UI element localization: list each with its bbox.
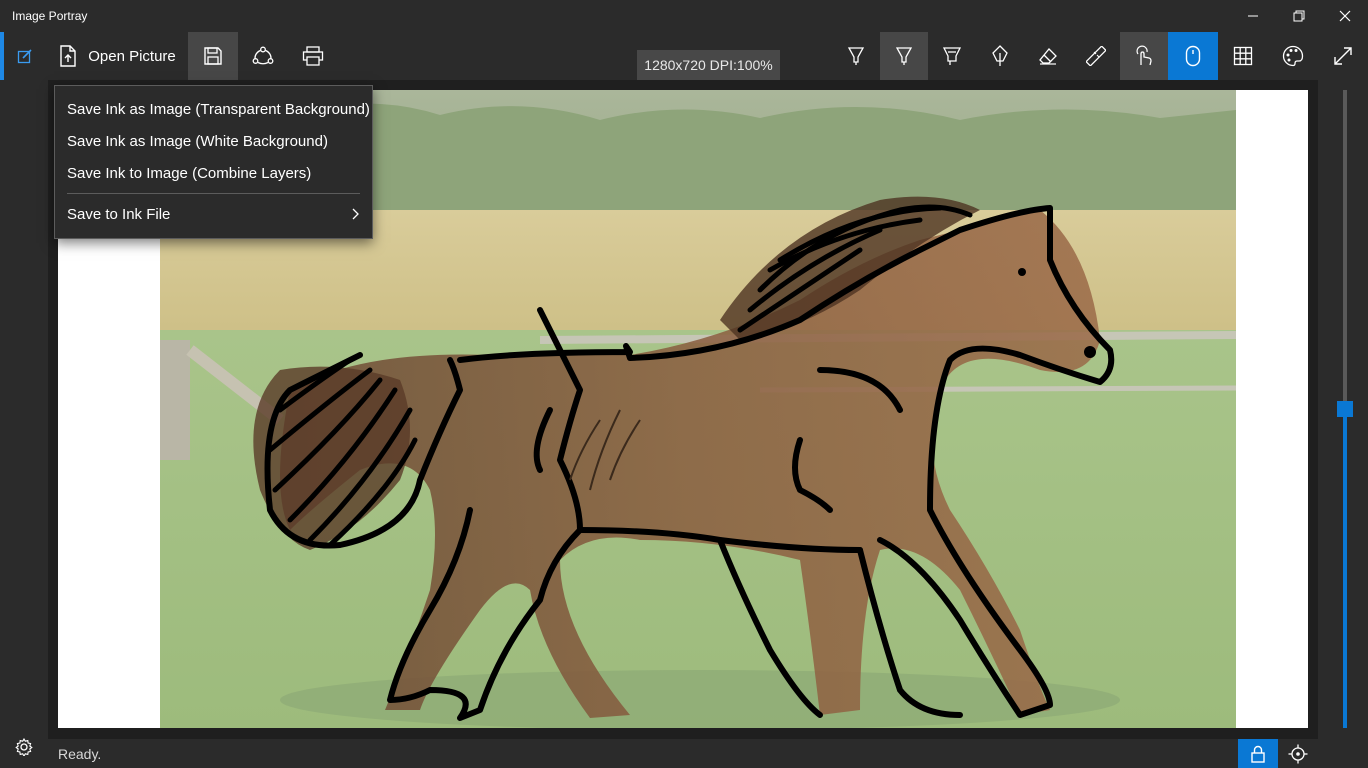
- menu-separator: [67, 193, 360, 194]
- gear-icon: [15, 738, 33, 756]
- open-picture-label: Open Picture: [88, 47, 176, 65]
- close-button[interactable]: [1322, 0, 1368, 32]
- grid-icon: [1233, 46, 1253, 66]
- highlighter-icon: [942, 47, 962, 65]
- calligraphy-pen-icon: [992, 45, 1008, 66]
- share-button[interactable]: [240, 32, 286, 80]
- menu-item-label: Save Ink as Image (White Background): [67, 132, 328, 150]
- mouse-input-button[interactable]: [1168, 32, 1218, 80]
- touch-icon: [1136, 45, 1152, 66]
- close-icon: [1339, 10, 1351, 22]
- locate-icon: [1288, 744, 1308, 763]
- ruler-icon: [1086, 46, 1106, 66]
- print-button[interactable]: [290, 32, 336, 80]
- grid-button[interactable]: [1220, 32, 1266, 80]
- menu-item-save-combine[interactable]: Save Ink to Image (Combine Layers): [55, 157, 372, 189]
- zoom-slider-fill: [1343, 409, 1347, 728]
- settings-button[interactable]: [10, 733, 38, 761]
- app-window: Image Portray Open Picture 1280x720 DPI:…: [0, 0, 1368, 768]
- open-file-icon: [60, 45, 76, 67]
- touch-input-button[interactable]: [1120, 32, 1168, 80]
- status-text: Ready.: [58, 746, 102, 762]
- menu-item-label: Save Ink to Image (Combine Layers): [67, 164, 312, 182]
- pen-1-icon: [847, 47, 865, 65]
- fullscreen-icon: [1334, 47, 1352, 65]
- chevron-right-icon: [352, 208, 359, 220]
- menu-item-save-transparent[interactable]: Save Ink as Image (Transparent Backgroun…: [55, 93, 372, 125]
- restore-icon: [1293, 10, 1305, 22]
- minimize-button[interactable]: [1230, 0, 1276, 32]
- title-bar: Image Portray: [0, 0, 1368, 32]
- zoom-slider-thumb[interactable]: [1337, 401, 1353, 417]
- highlighter-button[interactable]: [930, 32, 974, 80]
- pen-2-button[interactable]: [880, 32, 928, 80]
- save-button[interactable]: [188, 32, 238, 80]
- lock-button[interactable]: [1238, 739, 1278, 768]
- edit-icon: [17, 49, 32, 64]
- status-bar: Ready.: [0, 739, 1368, 768]
- share-icon: [252, 46, 274, 65]
- window-title: Image Portray: [12, 9, 88, 23]
- menu-item-label: Save Ink as Image (Transparent Backgroun…: [67, 100, 370, 118]
- eraser-button[interactable]: [1026, 32, 1070, 80]
- mouse-icon: [1185, 45, 1201, 67]
- pen-2-icon: [895, 47, 913, 65]
- print-icon: [302, 46, 324, 66]
- lock-icon: [1251, 745, 1265, 763]
- image-info-badge: 1280x720 DPI:100%: [637, 50, 780, 80]
- open-picture-button[interactable]: Open Picture: [50, 32, 184, 80]
- menu-item-label: Save to Ink File: [67, 205, 171, 223]
- save-menu: Save Ink as Image (Transparent Backgroun…: [54, 85, 373, 239]
- menu-item-save-ink-file[interactable]: Save to Ink File: [55, 198, 372, 230]
- palette-icon: [1282, 45, 1304, 67]
- minimize-icon: [1248, 15, 1258, 17]
- restore-button[interactable]: [1276, 0, 1322, 32]
- center-view-button[interactable]: [1280, 739, 1316, 768]
- save-icon: [204, 47, 222, 65]
- ruler-button[interactable]: [1074, 32, 1118, 80]
- palette-button[interactable]: [1270, 32, 1316, 80]
- menu-item-save-white[interactable]: Save Ink as Image (White Background): [55, 125, 372, 157]
- fullscreen-button[interactable]: [1320, 32, 1366, 80]
- eraser-icon: [1039, 48, 1057, 65]
- edit-mode-button[interactable]: [4, 32, 46, 80]
- pen-1-button[interactable]: [834, 32, 878, 80]
- calligraphy-pen-button[interactable]: [978, 32, 1022, 80]
